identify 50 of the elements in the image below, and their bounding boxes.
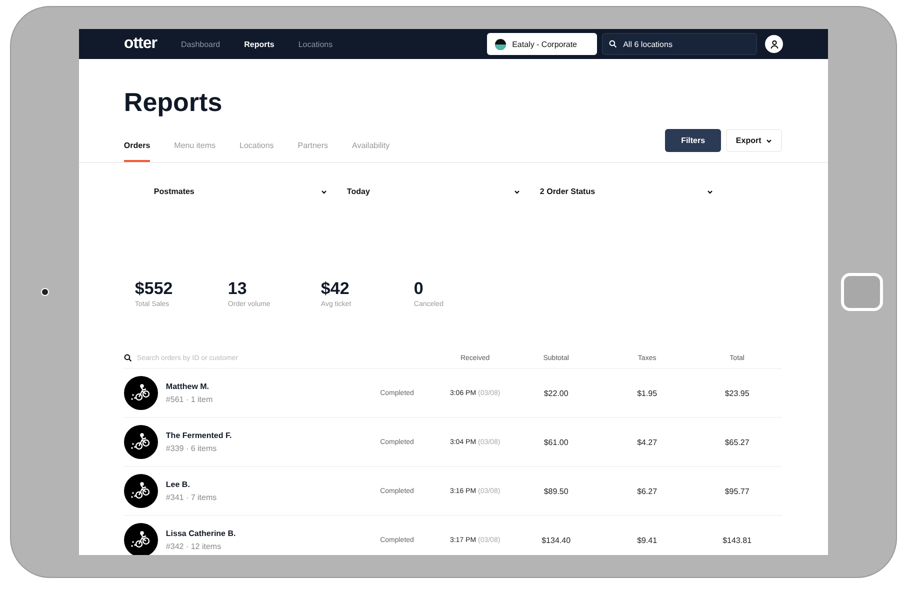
order-detail: #342 · 12 items: [166, 542, 222, 551]
user-avatar[interactable]: [765, 35, 784, 53]
customer-name: Lee B.: [166, 480, 191, 489]
total-cell-text: $95.77: [724, 486, 750, 496]
taxes-cell-text: $4.27: [636, 438, 658, 446]
subtotal-cell-text: $61.00: [542, 438, 570, 446]
chevron-down-icon: [320, 190, 327, 194]
brand-logo-icon: [495, 38, 506, 50]
order-detail: #339 · 6 items: [166, 444, 218, 453]
stat-value: 0: [414, 279, 424, 299]
filter-dropdown[interactable]: 2 Order Status: [540, 187, 713, 196]
logo: otter: [124, 35, 157, 53]
order-detail: #341 · 7 items: [166, 493, 217, 502]
chevron-down-icon: [514, 190, 520, 194]
subtotal-cell-text: $134.40: [540, 536, 572, 544]
user-icon: [770, 40, 779, 48]
taxes-cell-text: $9.41: [636, 536, 658, 544]
total-cell-text: $143.81: [722, 536, 753, 544]
report-tab[interactable]: Orders: [124, 127, 150, 162]
chevron-down-icon: [706, 190, 713, 194]
filter-dropdown[interactable]: Today: [346, 187, 520, 196]
filters-button[interactable]: Filters: [665, 129, 722, 152]
total-cell-text: $65.27: [724, 438, 750, 446]
courier-logo-icon: [124, 474, 158, 508]
taxes-cell-text: $1.95: [636, 388, 658, 398]
page-title: Reports: [124, 87, 224, 117]
location-selector[interactable]: Eataly - Corporate: [487, 33, 598, 55]
chevron-down-icon: [766, 138, 772, 142]
order-detail: #561 · 1 item: [166, 395, 213, 404]
subtotal-cell-text: $22.00: [542, 388, 570, 398]
filter-dropdown[interactable]: Postmates: [154, 187, 327, 196]
subtotal-cell-text: $89.50: [542, 486, 570, 496]
camera-dot: [40, 288, 49, 296]
stat-value: 13: [228, 279, 248, 299]
nav-link[interactable]: Locations: [298, 40, 333, 48]
search-icon: [124, 354, 132, 362]
courier-logo-icon: [124, 425, 158, 459]
customer-name: Lissa Catherine B.: [166, 529, 236, 538]
search-icon: [609, 40, 618, 48]
nav-link[interactable]: Dashboard: [180, 40, 220, 48]
customer-name: Matthew M.: [166, 382, 210, 391]
total-cell-text: $23.95: [724, 388, 750, 398]
location-search-field[interactable]: All 6 locations: [602, 33, 758, 55]
nav-link[interactable]: Reports: [244, 40, 274, 48]
taxes-cell-text: $6.27: [636, 486, 658, 496]
courier-logo-icon: [124, 376, 158, 410]
export-button[interactable]: Export: [726, 129, 782, 152]
stat-value: $42: [320, 279, 350, 299]
customer-name: The Fermented F.: [166, 431, 232, 440]
stat-value: $552: [134, 279, 174, 299]
